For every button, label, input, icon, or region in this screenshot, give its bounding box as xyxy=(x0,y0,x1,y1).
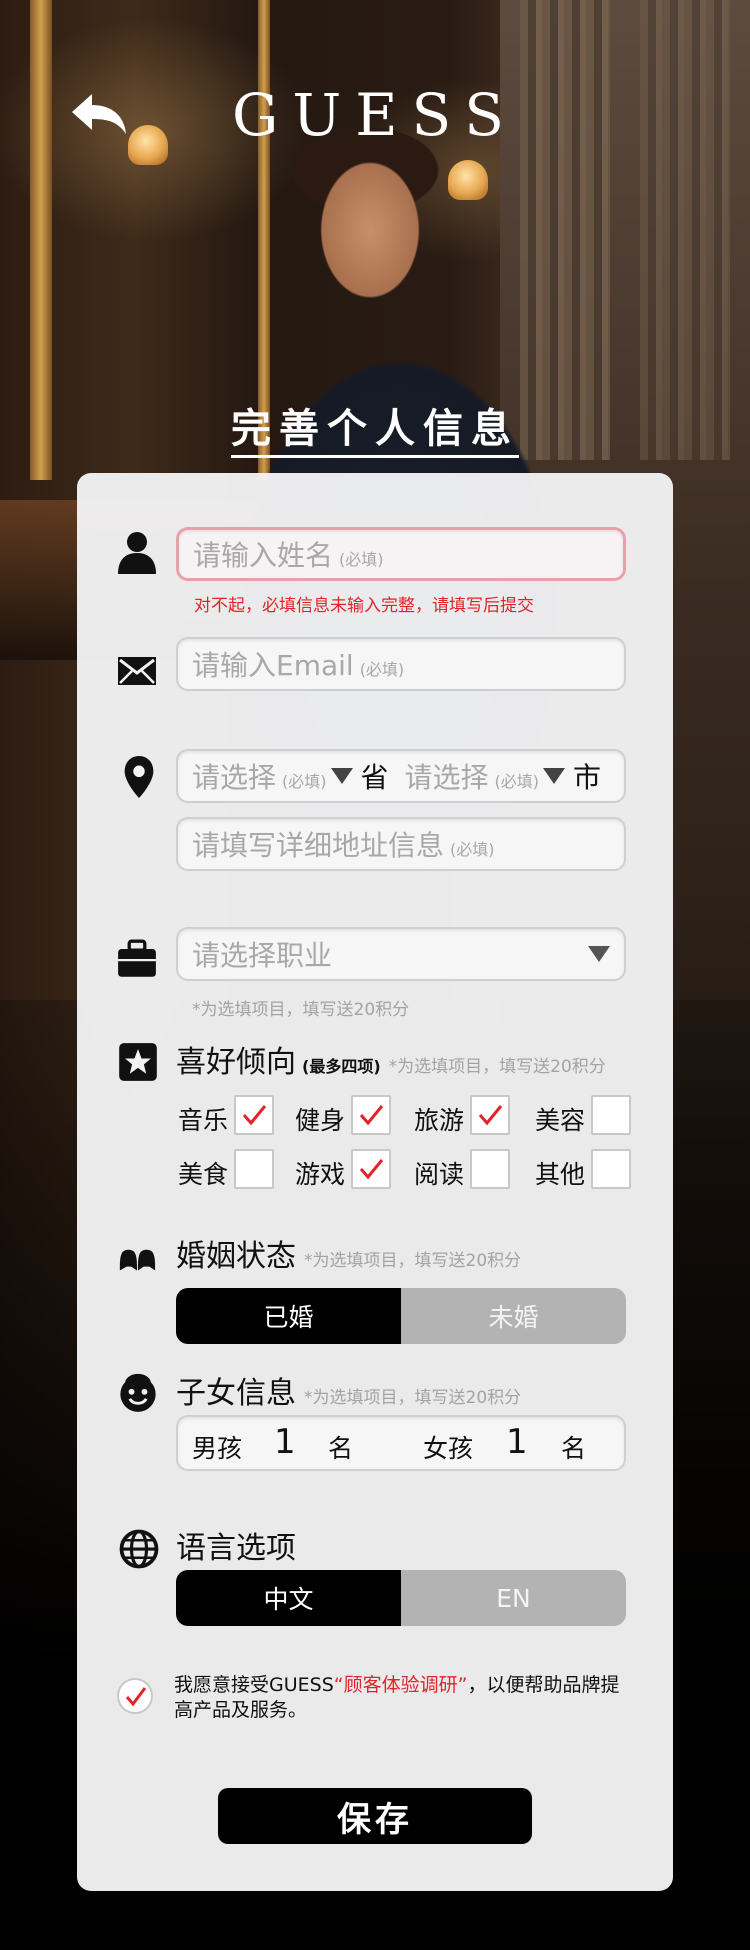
boy-label: 男孩 xyxy=(192,1434,243,1463)
city-suffix: 市 xyxy=(573,761,602,794)
language-title: 语言选项 xyxy=(176,1531,296,1566)
checkmark-icon xyxy=(359,1105,384,1126)
couple-icon xyxy=(119,1249,156,1271)
agreement-text: 我愿意接受GUESS“顾客体验调研”，以便帮助品牌提高产品及服务。 xyxy=(174,1674,620,1721)
location-pin-icon xyxy=(124,755,154,799)
girl-label: 女孩 xyxy=(423,1434,474,1463)
hobby-checkbox[interactable] xyxy=(591,1095,631,1135)
hobby-checkbox[interactable] xyxy=(234,1149,274,1189)
save-button[interactable]: 保存 xyxy=(218,1788,532,1844)
hobby-label: 游戏 xyxy=(295,1160,346,1189)
mail-icon xyxy=(118,657,156,685)
globe-icon xyxy=(119,1529,159,1569)
checkmark-icon xyxy=(125,1687,147,1707)
language-toggle: 中文 EN xyxy=(176,1570,626,1626)
email-input[interactable]: 请输入Email (必填) xyxy=(176,637,626,691)
boy-count-input[interactable]: 1 xyxy=(274,1422,296,1462)
married-option[interactable]: 已婚 xyxy=(176,1288,401,1344)
name-input[interactable]: 请输入姓名 (必填) xyxy=(176,527,626,581)
marriage-title: 婚姻状态 *为选填项目，填写送20积分 xyxy=(176,1239,522,1274)
marriage-toggle: 已婚 未婚 xyxy=(176,1288,626,1344)
region-select[interactable]: 请选择 (必填) 省 请选择 (必填) 市 xyxy=(176,749,626,803)
province-suffix: 省 xyxy=(360,761,389,794)
children-title: 子女信息 *为选填项目，填写送20积分 xyxy=(176,1376,522,1411)
briefcase-icon xyxy=(118,939,156,977)
brand-logo: GUESS xyxy=(232,81,518,149)
hobby-label: 美食 xyxy=(178,1160,229,1189)
hobby-label: 健身 xyxy=(295,1106,346,1135)
job-select[interactable]: 请选择职业 xyxy=(176,927,626,981)
hobby-checkbox[interactable] xyxy=(351,1149,391,1189)
dropdown-caret-icon xyxy=(330,768,353,784)
address-input[interactable]: 请填写详细地址信息 (必填) xyxy=(176,817,626,871)
dropdown-caret-icon xyxy=(588,946,610,962)
girl-count-input[interactable]: 1 xyxy=(506,1422,528,1462)
name-error-message: 对不起，必填信息未输入完整，请填写后提交 xyxy=(194,596,534,616)
page-title: 完善个人信息 xyxy=(0,396,750,458)
star-icon xyxy=(119,1043,157,1081)
hobbies-title: 喜好倾向 (最多四项) *为选填项目，填写送20积分 xyxy=(176,1045,606,1080)
hobby-label: 其他 xyxy=(535,1160,586,1189)
checkmark-icon xyxy=(359,1159,384,1180)
hobby-label: 音乐 xyxy=(178,1106,229,1135)
girl-unit: 名 xyxy=(561,1434,587,1463)
agreement-checkbox[interactable] xyxy=(117,1678,153,1714)
hobby-label: 美容 xyxy=(535,1106,586,1135)
language-option-en[interactable]: EN xyxy=(401,1570,626,1626)
user-icon xyxy=(118,532,156,574)
survey-link[interactable]: “顾客体验调研” xyxy=(334,1674,468,1696)
hobby-checkbox[interactable] xyxy=(470,1095,510,1135)
back-arrow-icon xyxy=(72,94,126,134)
child-face-icon xyxy=(120,1373,156,1412)
hobby-checkbox[interactable] xyxy=(470,1149,510,1189)
hobby-label: 旅游 xyxy=(414,1106,465,1135)
boy-unit: 名 xyxy=(328,1434,354,1463)
unmarried-option[interactable]: 未婚 xyxy=(401,1288,626,1344)
children-count-field: 男孩 1 名 女孩 1 名 xyxy=(176,1415,626,1471)
province-select[interactable]: 请选择 (必填) xyxy=(192,756,327,796)
profile-form-card: 请输入姓名 (必填) 对不起，必填信息未输入完整，请填写后提交 请输入Email(… xyxy=(77,473,673,1891)
hobby-label: 阅读 xyxy=(414,1160,465,1189)
job-hint: *为选填项目，填写送20积分 xyxy=(192,1000,410,1020)
hobby-checkbox[interactable] xyxy=(234,1095,274,1135)
hobby-checkbox[interactable] xyxy=(591,1149,631,1189)
checkmark-icon xyxy=(478,1105,503,1126)
city-select[interactable]: 请选择 (必填) xyxy=(405,756,540,796)
checkmark-icon xyxy=(242,1105,267,1126)
back-button[interactable] xyxy=(70,92,128,138)
language-option-zh[interactable]: 中文 xyxy=(176,1570,401,1626)
hobby-checkbox[interactable] xyxy=(351,1095,391,1135)
dropdown-caret-icon xyxy=(543,768,566,784)
